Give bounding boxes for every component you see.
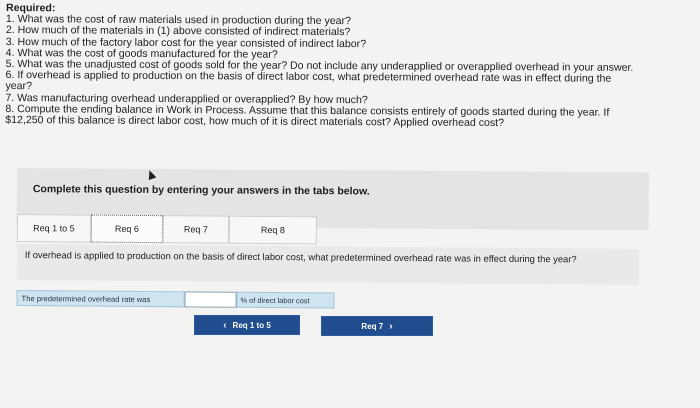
answer-label: The predetermined overhead rate was <box>16 289 185 308</box>
tab-req-7[interactable]: Req 7 <box>162 215 229 244</box>
next-button[interactable]: Req 7 › <box>321 316 433 336</box>
next-button-label: Req 7 <box>361 321 384 331</box>
answer-row: The predetermined overhead rate was % of… <box>16 289 335 309</box>
tab-req-8[interactable]: Req 8 <box>228 215 317 245</box>
chevron-right-icon: › <box>389 320 393 332</box>
tab-bar: Req 1 to 5 Req 6 Req 7 Req 8 <box>16 214 317 246</box>
question-prompt: Complete this question by entering your … <box>32 183 370 198</box>
prev-button[interactable]: ‹ Req 1 to 5 <box>194 315 300 335</box>
overhead-rate-input[interactable] <box>184 291 237 308</box>
tab-req-6[interactable]: Req 6 <box>90 214 163 244</box>
req-6-panel: If overhead is applied to production on … <box>16 244 647 317</box>
req-6-question: If overhead is applied to production on … <box>16 244 639 285</box>
prev-button-label: Req 1 to 5 <box>232 320 271 330</box>
answer-unit: % of direct labor cost <box>236 291 335 309</box>
required-section: Required: 1. What was the cost of raw ma… <box>5 2 696 130</box>
tab-req-1-to-5[interactable]: Req 1 to 5 <box>16 214 91 243</box>
chevron-left-icon: ‹ <box>223 319 227 331</box>
